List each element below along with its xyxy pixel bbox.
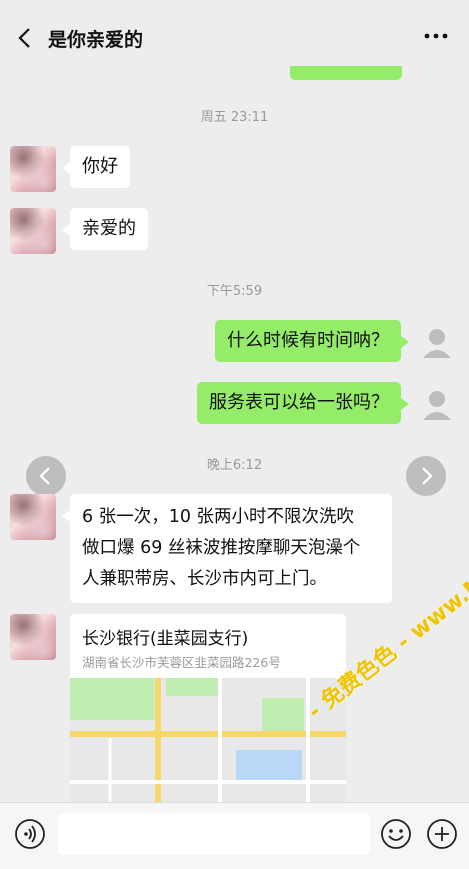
- input-bar: [0, 802, 469, 869]
- location-address: 湖南省长沙市芙蓉区韭菜园路226号: [82, 655, 281, 670]
- voice-icon[interactable]: [14, 818, 46, 850]
- back-arrow-icon[interactable]: [14, 26, 36, 50]
- message-bubble[interactable]: 什么时候有时间呐？: [215, 320, 409, 362]
- next-image-button[interactable]: [406, 456, 446, 496]
- message-text: 你好: [82, 156, 118, 177]
- location-name: 长沙银行(韭菜园支行): [82, 629, 249, 649]
- message-line: 做口爆 69 丝袜波推按摩聊天泡澡个: [82, 538, 361, 558]
- message-bubble[interactable]: 6 张一次，10 张两小时不限次洗吹 做口爆 69 丝袜波推按摩聊天泡澡个 人兼…: [62, 494, 392, 603]
- contact-avatar[interactable]: [10, 146, 56, 192]
- previous-avatar: [414, 66, 460, 72]
- chat-title: 是你亲爱的: [48, 29, 144, 51]
- message-line: 人兼职带房、长沙市内可上门。: [82, 569, 327, 589]
- contact-avatar[interactable]: [10, 614, 56, 660]
- message-text: 什么时候有时间呐？: [227, 330, 389, 351]
- previous-message-bubble: [290, 66, 402, 80]
- chevron-right-icon: [422, 467, 433, 485]
- timestamp: 晚上6:12: [206, 458, 263, 473]
- status-bar: [0, 0, 469, 10]
- message-text: 亲爱的: [82, 218, 136, 239]
- location-card[interactable]: 长沙银行(韭菜园支行) 湖南省长沙市芙蓉区韭菜园路226号: [70, 614, 346, 802]
- message-bubble[interactable]: 服务表可以给一张吗？: [197, 382, 409, 424]
- contact-avatar[interactable]: [10, 494, 56, 540]
- default-avatar-icon[interactable]: [414, 320, 460, 366]
- chevron-left-icon: [39, 467, 50, 485]
- message-input[interactable]: [58, 813, 370, 855]
- previous-image-button[interactable]: [26, 456, 66, 496]
- message-text: 服务表可以给一张吗？: [209, 392, 389, 413]
- contact-avatar[interactable]: [10, 208, 56, 254]
- message-bubble[interactable]: 亲爱的: [62, 208, 148, 250]
- message-bubble[interactable]: 你好: [62, 146, 130, 188]
- message-line: 6 张一次，10 张两小时不限次洗吹: [82, 507, 355, 527]
- emoji-icon[interactable]: [380, 818, 412, 850]
- timestamp: 周五 23:11: [200, 110, 269, 125]
- timestamp: 下午5:59: [206, 284, 263, 299]
- chat-header: 是你亲爱的: [0, 10, 469, 66]
- more-dots-icon[interactable]: [423, 26, 449, 46]
- default-avatar-icon[interactable]: [414, 382, 460, 428]
- plus-icon[interactable]: [426, 818, 458, 850]
